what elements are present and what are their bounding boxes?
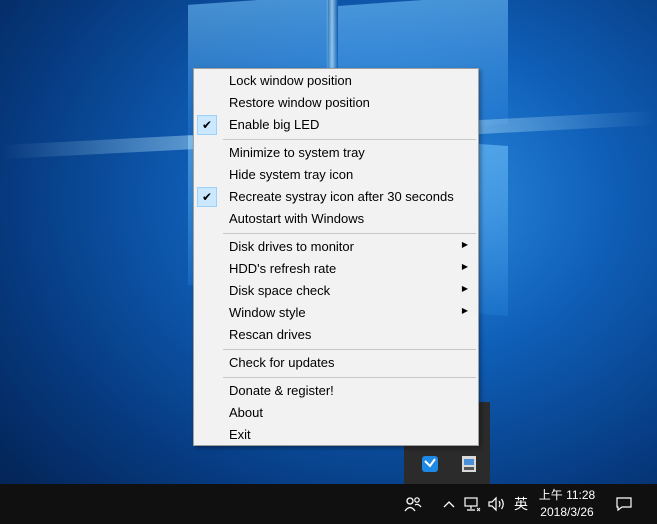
menu-item-label: Enable big LED bbox=[229, 117, 320, 132]
taskbar-clock[interactable]: 上午 11:28 2018/3/26 bbox=[530, 487, 604, 521]
menu-item-label: Check for updates bbox=[229, 355, 335, 370]
menu-item-rescan-drives[interactable]: Rescan drives bbox=[194, 324, 478, 346]
menu-item-label: Hide system tray icon bbox=[229, 167, 354, 182]
input-method-indicator[interactable]: 英 bbox=[511, 493, 531, 515]
submenu-arrow-icon: ▶ bbox=[461, 240, 468, 249]
menu-item-hdd-refresh-rate[interactable]: HDD's refresh rate ▶ bbox=[194, 258, 478, 280]
submenu-arrow-icon: ▶ bbox=[461, 262, 468, 271]
menu-item-label: Rescan drives bbox=[229, 327, 312, 342]
menu-item-label: HDD's refresh rate bbox=[229, 261, 337, 276]
hdd-led-tray-icon[interactable] bbox=[459, 454, 479, 474]
menu-item-label: Restore window position bbox=[229, 95, 370, 110]
taskbar: 英 上午 11:28 2018/3/26 bbox=[0, 484, 657, 524]
menu-item-minimize-to-system-tray[interactable]: Minimize to system tray bbox=[194, 142, 478, 164]
clock-date: 2018/3/26 bbox=[540, 505, 594, 519]
checkmark-icon: ✔ bbox=[197, 187, 217, 207]
menu-item-label: Exit bbox=[229, 427, 251, 442]
app-tray-icon[interactable] bbox=[420, 454, 440, 474]
menu-item-label: Lock window position bbox=[229, 73, 352, 88]
menu-item-disk-drives-to-monitor[interactable]: Disk drives to monitor ▶ bbox=[194, 236, 478, 258]
menu-item-check-for-updates[interactable]: Check for updates bbox=[194, 352, 478, 374]
menu-item-hide-system-tray-icon[interactable]: Hide system tray icon bbox=[194, 164, 478, 186]
menu-item-enable-big-led[interactable]: ✔ Enable big LED bbox=[194, 114, 478, 136]
menu-item-label: About bbox=[229, 405, 263, 420]
menu-item-about[interactable]: About bbox=[194, 402, 478, 424]
menu-item-label: Disk drives to monitor bbox=[229, 239, 354, 254]
show-hidden-icons-chevron[interactable] bbox=[440, 493, 458, 515]
volume-icon[interactable] bbox=[486, 493, 508, 515]
menu-item-label: Minimize to system tray bbox=[229, 145, 365, 160]
menu-item-label: Window style bbox=[229, 305, 306, 320]
menu-separator bbox=[223, 139, 476, 140]
menu-item-restore-window-position[interactable]: Restore window position bbox=[194, 92, 478, 114]
menu-item-label: Donate & register! bbox=[229, 383, 334, 398]
menu-item-donate-register[interactable]: Donate & register! bbox=[194, 380, 478, 402]
menu-item-autostart-with-windows[interactable]: Autostart with Windows bbox=[194, 208, 478, 230]
menu-separator bbox=[223, 233, 476, 234]
checkmark-icon: ✔ bbox=[197, 115, 217, 135]
menu-item-label: Recreate systray icon after 30 seconds bbox=[229, 189, 454, 204]
people-icon[interactable] bbox=[402, 493, 424, 515]
clock-time: 上午 11:28 bbox=[538, 488, 596, 502]
network-icon[interactable] bbox=[462, 493, 482, 515]
menu-separator bbox=[223, 349, 476, 350]
menu-separator bbox=[223, 377, 476, 378]
menu-item-lock-window-position[interactable]: Lock window position bbox=[194, 70, 478, 92]
menu-item-recreate-systray-icon[interactable]: ✔ Recreate systray icon after 30 seconds bbox=[194, 186, 478, 208]
menu-item-label: Disk space check bbox=[229, 283, 331, 298]
context-menu: Lock window position Restore window posi… bbox=[193, 68, 479, 446]
submenu-arrow-icon: ▶ bbox=[461, 284, 468, 293]
menu-item-window-style[interactable]: Window style ▶ bbox=[194, 302, 478, 324]
action-center-icon[interactable] bbox=[612, 493, 636, 515]
submenu-arrow-icon: ▶ bbox=[461, 306, 468, 315]
menu-item-exit[interactable]: Exit bbox=[194, 424, 478, 446]
menu-item-disk-space-check[interactable]: Disk space check ▶ bbox=[194, 280, 478, 302]
menu-item-label: Autostart with Windows bbox=[229, 211, 365, 226]
